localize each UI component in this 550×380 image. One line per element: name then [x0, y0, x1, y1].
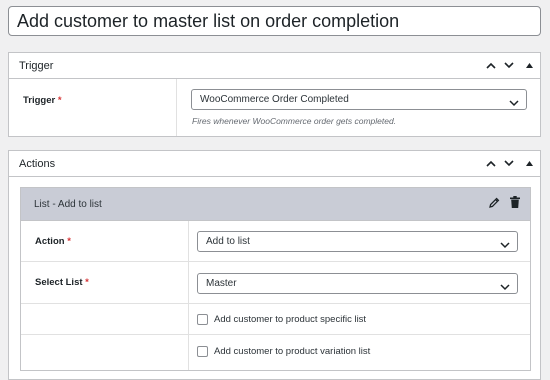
trigger-description: Fires whenever WooCommerce order gets co…	[192, 116, 397, 126]
chevron-down-icon	[509, 95, 519, 114]
required-mark: *	[67, 236, 71, 247]
trigger-label: Trigger *	[9, 79, 177, 136]
trigger-select[interactable]: WooCommerce Order Completed	[191, 89, 527, 110]
actions-box-title: Actions	[19, 157, 56, 170]
actions-box-header: Actions	[9, 151, 540, 177]
trigger-box-title: Trigger	[19, 59, 54, 72]
chevron-down-icon	[500, 237, 510, 256]
empty-label-cell	[21, 335, 189, 370]
trigger-box-header: Trigger	[9, 53, 540, 79]
arrow-up-icon[interactable]	[518, 151, 540, 177]
product-variation-list-option[interactable]: Add customer to product variation list	[197, 346, 370, 357]
chevron-down-icon[interactable]	[500, 151, 518, 177]
product-specific-list-option[interactable]: Add customer to product specific list	[197, 314, 366, 325]
product-list-row: Add customer to product specific list	[21, 304, 530, 335]
variation-list-row: Add customer to product variation list	[21, 335, 530, 370]
actions-box: Actions List - Add to list Action * Add …	[8, 150, 541, 380]
select-list-label: Select List *	[21, 262, 189, 303]
product-variation-list-label: Add customer to product variation list	[214, 346, 371, 357]
action-title: List - Add to list	[34, 198, 102, 210]
product-variation-list-checkbox[interactable]	[197, 346, 208, 357]
action-panel: List - Add to list Action * Add to list …	[20, 187, 531, 371]
action-type-label: Action *	[21, 221, 189, 261]
select-list-row: Select List * Master	[21, 262, 530, 304]
chevron-up-icon[interactable]	[482, 151, 500, 177]
trash-icon[interactable]	[510, 195, 520, 213]
list-select[interactable]: Master	[197, 273, 518, 294]
product-specific-list-label: Add customer to product specific list	[214, 314, 367, 325]
workflow-title-input[interactable]: Add customer to master list on order com…	[8, 6, 541, 36]
action-header[interactable]: List - Add to list	[21, 188, 530, 221]
product-specific-list-checkbox[interactable]	[197, 314, 208, 325]
chevron-down-icon[interactable]	[500, 53, 518, 79]
trigger-box: Trigger Trigger * WooCommerce Order Comp…	[8, 52, 541, 137]
required-mark: *	[85, 277, 89, 288]
empty-label-cell	[21, 304, 189, 334]
trigger-row: Trigger * WooCommerce Order Completed Fi…	[9, 79, 540, 136]
action-type-select[interactable]: Add to list	[197, 231, 518, 252]
action-type-row: Action * Add to list	[21, 221, 530, 262]
arrow-up-icon[interactable]	[518, 53, 540, 79]
required-mark: *	[57, 95, 62, 106]
pencil-icon[interactable]	[489, 195, 500, 213]
chevron-down-icon	[500, 279, 510, 298]
chevron-up-icon[interactable]	[482, 53, 500, 79]
